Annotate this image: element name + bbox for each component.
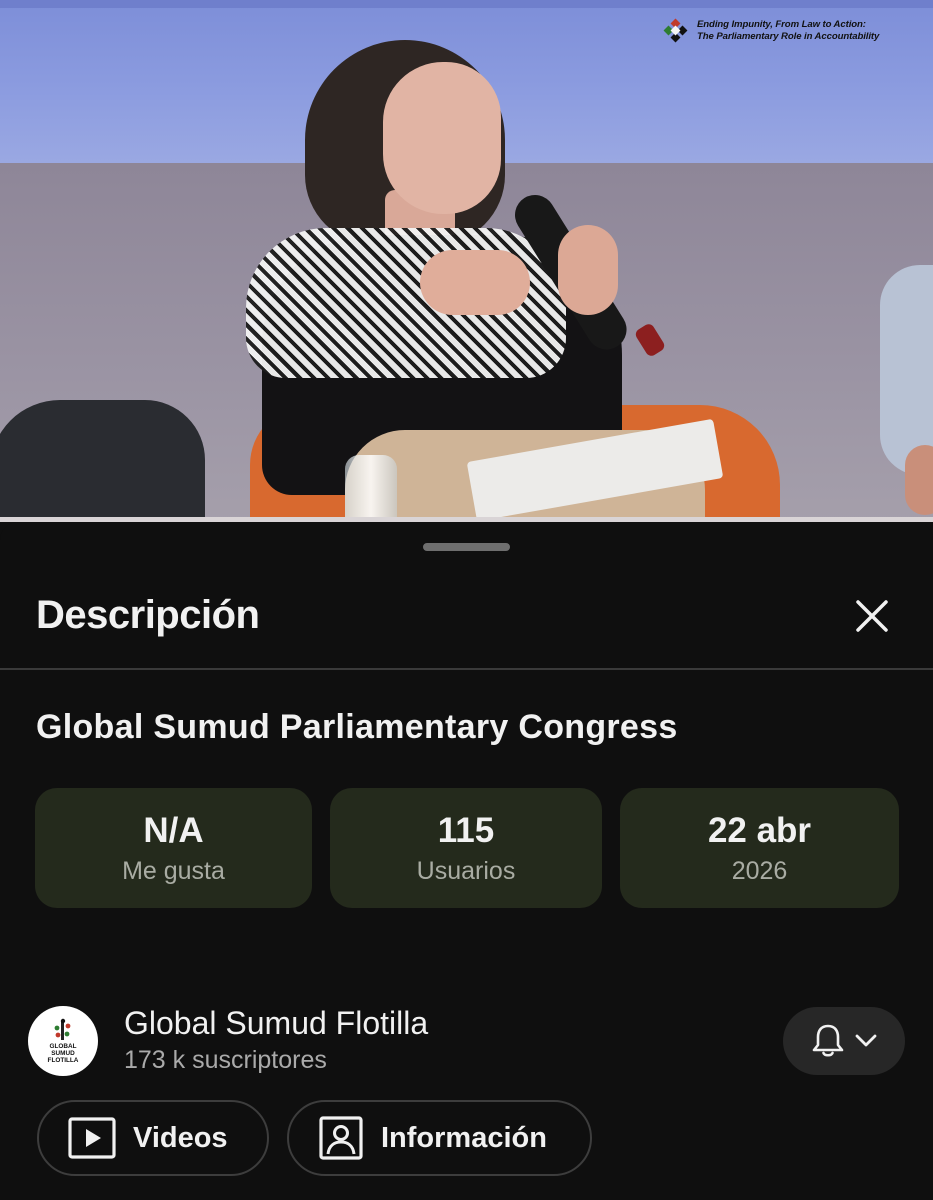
stat-likes-label: Me gusta	[122, 857, 225, 885]
close-icon	[856, 600, 888, 632]
stat-likes-value: N/A	[143, 811, 204, 850]
stat-users: 115 Usuarios	[330, 788, 602, 908]
chevron-down-icon	[855, 1034, 877, 1047]
drag-handle[interactable]	[423, 543, 510, 551]
person-right-edge	[880, 265, 933, 475]
profile-icon	[319, 1116, 363, 1160]
close-button[interactable]	[848, 592, 896, 640]
watermark-line-1: Ending Impunity, From Law to Action:	[697, 19, 866, 30]
speaker-face	[383, 62, 501, 214]
stat-date: 22 abr 2026	[620, 788, 899, 908]
event-watermark: Ending Impunity, From Law to Action: The…	[663, 16, 914, 46]
event-logo-icon	[663, 18, 688, 43]
channel-name[interactable]: Global Sumud Flotilla	[124, 1005, 428, 1042]
panel-divider	[0, 668, 933, 670]
avatar-text: GLOBAL SUMUD FLOTILLA	[28, 1043, 98, 1064]
stat-date-value: 22 abr	[707, 811, 812, 850]
speaker-hand-left	[420, 250, 530, 315]
bell-icon	[812, 1024, 844, 1057]
channel-avatar[interactable]: GLOBAL SUMUD FLOTILLA	[28, 1006, 98, 1076]
watermark-line-2: The Parliamentary Role in Accountability	[697, 31, 880, 42]
notifications-button[interactable]	[783, 1007, 905, 1075]
video-title: Global Sumud Parliamentary Congress	[36, 708, 678, 746]
left-chair	[0, 400, 205, 522]
info-label: Información	[381, 1121, 547, 1154]
play-icon	[68, 1117, 116, 1159]
videos-button[interactable]: Videos	[37, 1100, 269, 1176]
water-bottle	[345, 455, 397, 522]
person-right-hand	[905, 445, 933, 515]
video-player[interactable]: Ending Impunity, From Law to Action: The…	[0, 0, 933, 522]
panel-title: Descripción	[36, 593, 260, 637]
videos-label: Videos	[133, 1121, 228, 1154]
speaker-hand-right	[558, 225, 618, 315]
stat-likes: N/A Me gusta	[35, 788, 312, 908]
subscriber-count: 173 k suscriptores	[124, 1046, 327, 1074]
stat-date-year: 2026	[731, 857, 788, 885]
screen-top-edge	[0, 0, 933, 8]
flotilla-logo-icon	[54, 1018, 71, 1040]
avatar-text-line-3: FLOTILLA	[47, 1056, 79, 1064]
stat-users-label: Usuarios	[416, 857, 516, 885]
info-button[interactable]: Información	[287, 1100, 592, 1176]
stat-users-value: 115	[437, 811, 495, 850]
